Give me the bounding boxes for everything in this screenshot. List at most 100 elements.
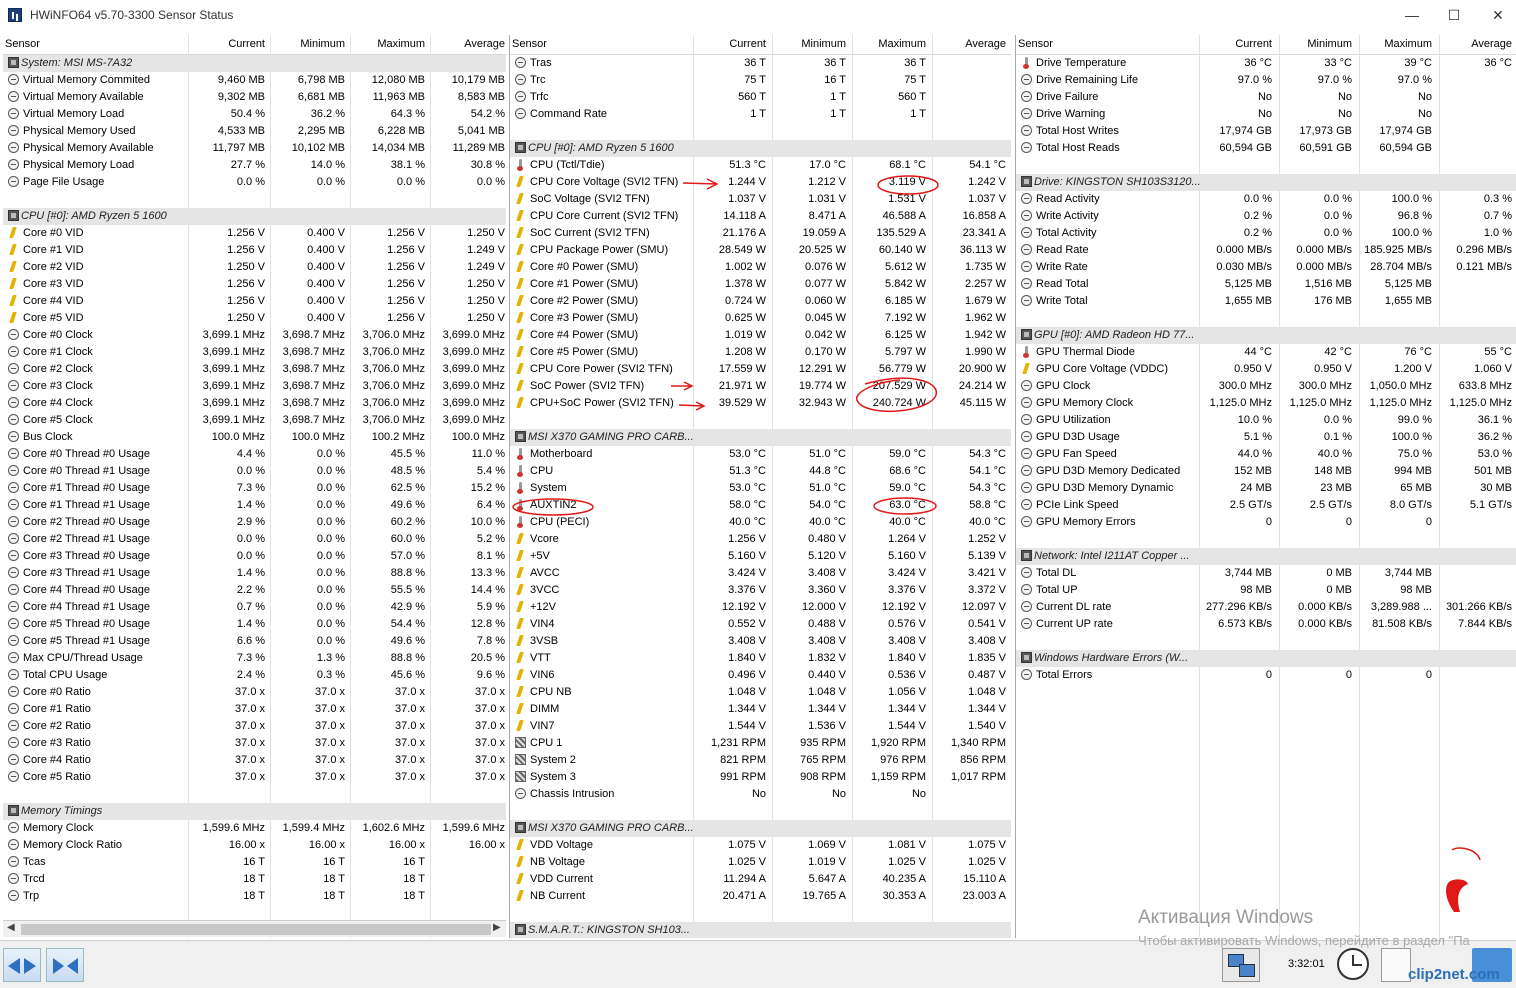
network-monitor-icon[interactable] — [1222, 948, 1260, 982]
sensor-row[interactable]: Core #1 Ratio 37.0 x 37.0 x 37.0 x 37.0 x — [3, 701, 506, 718]
sensor-row[interactable]: Core #2 Ratio 37.0 x 37.0 x 37.0 x 37.0 x — [3, 718, 506, 735]
sensor-row[interactable]: Drive Temperature 36 °C 33 °C 39 °C 36 °C — [1016, 55, 1516, 72]
sensor-row[interactable]: Physical Memory Used 4,533 MB 2,295 MB 6,22… — [3, 123, 506, 140]
clock-icon[interactable] — [1337, 948, 1369, 980]
sensor-row[interactable]: AUXTIN2 58.0 °C 54.0 °C 63.0 °C 58.8 °C — [510, 497, 1011, 514]
column-header-sensor[interactable]: Sensor — [512, 38, 547, 50]
sensor-row[interactable]: CPU (PECI) 40.0 °C 40.0 °C 40.0 °C 40.0 °C — [510, 514, 1011, 531]
sensor-row[interactable]: Read Total 5,125 MB 1,516 MB 5,125 MB — [1016, 276, 1516, 293]
sensor-group-header[interactable]: Memory Timings — [3, 803, 506, 820]
sensor-group-header[interactable]: CPU [#0]: AMD Ryzen 5 1600 — [3, 208, 506, 225]
sensor-row[interactable]: System 2 821 RPM 765 RPM 976 RPM 856 RPM — [510, 752, 1011, 769]
sensor-row[interactable]: VDD Voltage 1.075 V 1.069 V 1.081 V 1.075 V — [510, 837, 1011, 854]
sensor-row[interactable]: Core #0 VID 1.256 V 0.400 V 1.256 V 1.250 V — [3, 225, 506, 242]
sensor-row[interactable]: Vcore 1.256 V 0.480 V 1.264 V 1.252 V — [510, 531, 1011, 548]
sensor-row[interactable]: VIN6 0.496 V 0.440 V 0.536 V 0.487 V — [510, 667, 1011, 684]
sensor-row[interactable]: Core #5 VID 1.250 V 0.400 V 1.256 V 1.250 V — [3, 310, 506, 327]
sensor-group-header[interactable]: System: MSI MS-7A32 — [3, 55, 506, 72]
sensor-row[interactable]: SoC Power (SVI2 TFN) 21.971 W 19.774 W 207.… — [510, 378, 1011, 395]
sensor-row[interactable]: VDD Current 11.294 A 5.647 A 40.235 A 15.110… — [510, 871, 1011, 888]
sensor-panel-middle[interactable]: Sensor Current Minimum Maximum Average Tras 36… — [509, 35, 1011, 938]
sensor-row[interactable]: Write Total 1,655 MB 176 MB 1,655 MB — [1016, 293, 1516, 310]
sensor-row[interactable]: SoC Current (SVI2 TFN) 21.176 A 19.059 A 13… — [510, 225, 1011, 242]
sensor-row[interactable]: Core #4 Thread #0 Usage 2.2 % 0.0 % 55.5 % 1… — [3, 582, 506, 599]
sensor-row[interactable]: Virtual Memory Available 9,302 MB 6,681 MB… — [3, 89, 506, 106]
sensor-row[interactable]: Core #5 Power (SMU) 1.208 W 0.170 W 5.797 W… — [510, 344, 1011, 361]
sensor-row[interactable]: NB Current 20.471 A 19.765 A 30.353 A 23.003… — [510, 888, 1011, 905]
sensor-row[interactable]: GPU Thermal Diode 44 °C 42 °C 76 °C 55 °C — [1016, 344, 1516, 361]
column-header-maximum[interactable]: Maximum — [377, 38, 425, 50]
column-header-maximum[interactable]: Maximum — [878, 38, 926, 50]
sensor-row[interactable]: Current DL rate 277.296 KB/s 0.000 KB/s 3,2… — [1016, 599, 1516, 616]
sensor-row[interactable]: Total DL 3,744 MB 0 MB 3,744 MB — [1016, 565, 1516, 582]
sensor-row[interactable]: CPU Core Voltage (SVI2 TFN) 1.244 V 1.212 … — [510, 174, 1011, 191]
sensor-row[interactable]: Core #1 Power (SMU) 1.378 W 0.077 W 5.842 W… — [510, 276, 1011, 293]
scroll-right-arrow-icon[interactable]: ▶ — [493, 922, 501, 933]
sensor-row[interactable]: Core #0 Thread #1 Usage 0.0 % 0.0 % 48.5 % 5… — [3, 463, 506, 480]
sensor-row[interactable]: GPU Memory Clock 1,125.0 MHz 1,125.0 MHz 1,… — [1016, 395, 1516, 412]
sensor-row[interactable]: Core #2 Power (SMU) 0.724 W 0.060 W 6.185 W… — [510, 293, 1011, 310]
minimize-button[interactable]: — — [1390, 4, 1434, 26]
sensor-row[interactable]: Core #4 Ratio 37.0 x 37.0 x 37.0 x 37.0 x — [3, 752, 506, 769]
sensor-row[interactable]: CPU 51.3 °C 44.8 °C 68.6 °C 54.1 °C — [510, 463, 1011, 480]
sensor-row[interactable]: Core #3 VID 1.256 V 0.400 V 1.256 V 1.250 V — [3, 276, 506, 293]
sensor-row[interactable]: Read Activity 0.0 % 0.0 % 100.0 % 0.3 % — [1016, 191, 1516, 208]
sensor-row[interactable]: Core #4 Thread #1 Usage 0.7 % 0.0 % 42.9 % 5… — [3, 599, 506, 616]
sensor-row[interactable]: Total CPU Usage 2.4 % 0.3 % 45.6 % 9.6 % — [3, 667, 506, 684]
column-header-minimum[interactable]: Minimum — [1307, 38, 1352, 50]
sensor-row[interactable]: Physical Memory Available 11,797 MB 10,102… — [3, 140, 506, 157]
sensor-row[interactable]: Trfc 560 T 1 T 560 T — [510, 89, 1011, 106]
sensor-row[interactable]: VTT 1.840 V 1.832 V 1.840 V 1.835 V — [510, 650, 1011, 667]
sensor-group-header[interactable]: Network: Intel I211AT Copper ... — [1016, 548, 1516, 565]
sensor-row[interactable]: Total Errors 0 0 0 — [1016, 667, 1516, 684]
sensor-group-header[interactable]: Drive: KINGSTON SH103S3120... — [1016, 174, 1516, 191]
sensor-row[interactable]: Core #0 Clock 3,699.1 MHz 3,698.7 MHz 3,706… — [3, 327, 506, 344]
sensor-row[interactable]: Core #4 Power (SMU) 1.019 W 0.042 W 6.125 W… — [510, 327, 1011, 344]
sensor-panel-left[interactable]: Sensor Current Minimum Maximum Average System… — [3, 35, 506, 938]
sensor-row[interactable]: Core #5 Thread #1 Usage 6.6 % 0.0 % 49.6 % 7… — [3, 633, 506, 650]
sensor-row[interactable]: Core #0 Ratio 37.0 x 37.0 x 37.0 x 37.0 x — [3, 684, 506, 701]
sensor-panel-right[interactable]: Sensor Current Minimum Maximum Average Drive … — [1015, 35, 1516, 938]
sensor-group-header[interactable]: S.M.A.R.T.: KINGSTON SH103... — [510, 922, 1011, 938]
column-header-current[interactable]: Current — [1235, 38, 1272, 50]
sensor-group-header[interactable]: MSI X370 GAMING PRO CARB... — [510, 820, 1011, 837]
sensor-group-header[interactable]: Windows Hardware Errors (W... — [1016, 650, 1516, 667]
sensor-row[interactable]: Drive Remaining Life 97.0 % 97.0 % 97.0 % — [1016, 72, 1516, 89]
column-header-average[interactable]: Average — [1471, 38, 1512, 50]
sensor-row[interactable]: CPU Core Current (SVI2 TFN) 14.118 A 8.471… — [510, 208, 1011, 225]
sensor-row[interactable]: Core #1 Thread #0 Usage 7.3 % 0.0 % 62.5 % 1… — [3, 480, 506, 497]
sensor-group-header[interactable]: CPU [#0]: AMD Ryzen 5 1600 — [510, 140, 1011, 157]
sensor-row[interactable]: GPU Memory Errors 0 0 0 — [1016, 514, 1516, 531]
sensor-row[interactable]: Memory Clock 1,599.6 MHz 1,599.4 MHz 1,602.… — [3, 820, 506, 837]
sensor-row[interactable]: Trp 18 T 18 T 18 T — [3, 888, 506, 905]
scroll-left-arrow-icon[interactable]: ◀ — [7, 922, 15, 933]
sensor-row[interactable]: Core #3 Clock 3,699.1 MHz 3,698.7 MHz 3,706… — [3, 378, 506, 395]
sensor-row[interactable]: CPU Package Power (SMU) 28.549 W 20.525 W 6… — [510, 242, 1011, 259]
sensor-row[interactable]: Core #5 Clock 3,699.1 MHz 3,698.7 MHz 3,706… — [3, 412, 506, 429]
sensor-row[interactable]: Bus Clock 100.0 MHz 100.0 MHz 100.2 MHz 100.… — [3, 429, 506, 446]
column-header-average[interactable]: Average — [464, 38, 505, 50]
sensor-row[interactable]: Write Rate 0.030 MB/s 0.000 MB/s 28.704 MB/… — [1016, 259, 1516, 276]
sensor-row[interactable]: Motherboard 53.0 °C 51.0 °C 59.0 °C 54.3 °C — [510, 446, 1011, 463]
sensor-row[interactable]: SoC Voltage (SVI2 TFN) 1.037 V 1.031 V 1.53… — [510, 191, 1011, 208]
sensor-row[interactable]: Core #5 Thread #0 Usage 1.4 % 0.0 % 54.4 % 1… — [3, 616, 506, 633]
sensor-row[interactable]: Total Host Writes 17,974 GB 17,973 GB 17,97… — [1016, 123, 1516, 140]
sensor-group-header[interactable]: GPU [#0]: AMD Radeon HD 77... — [1016, 327, 1516, 344]
column-header-minimum[interactable]: Minimum — [801, 38, 846, 50]
sensor-row[interactable]: Core #3 Thread #1 Usage 1.4 % 0.0 % 88.8 % 1… — [3, 565, 506, 582]
sensor-row[interactable]: GPU Clock 300.0 MHz 300.0 MHz 1,050.0 MHz 63… — [1016, 378, 1516, 395]
sensor-row[interactable]: DIMM 1.344 V 1.344 V 1.344 V 1.344 V — [510, 701, 1011, 718]
sensor-row[interactable]: System 3 991 RPM 908 RPM 1,159 RPM 1,017 RPM — [510, 769, 1011, 786]
sensor-row[interactable]: Drive Failure No No No — [1016, 89, 1516, 106]
sensor-row[interactable]: Virtual Memory Load 50.4 % 36.2 % 64.3 % 54.… — [3, 106, 506, 123]
sensor-row[interactable]: GPU D3D Memory Dynamic 24 MB 23 MB 65 MB 30 … — [1016, 480, 1516, 497]
column-header-minimum[interactable]: Minimum — [300, 38, 345, 50]
sensor-row[interactable]: Core #3 Thread #0 Usage 0.0 % 0.0 % 57.0 % 8… — [3, 548, 506, 565]
sensor-row[interactable]: Core #2 Thread #1 Usage 0.0 % 0.0 % 60.0 % 5… — [3, 531, 506, 548]
maximize-button[interactable]: ☐ — [1432, 4, 1476, 26]
sensor-row[interactable]: Tras 36 T 36 T 36 T — [510, 55, 1011, 72]
report-icon[interactable] — [1381, 948, 1411, 982]
sensor-row[interactable]: +12V 12.192 V 12.000 V 12.192 V 12.097 V — [510, 599, 1011, 616]
sensor-row[interactable]: VIN4 0.552 V 0.488 V 0.576 V 0.541 V — [510, 616, 1011, 633]
sensor-row[interactable]: GPU Utilization 10.0 % 0.0 % 99.0 % 36.1 % — [1016, 412, 1516, 429]
